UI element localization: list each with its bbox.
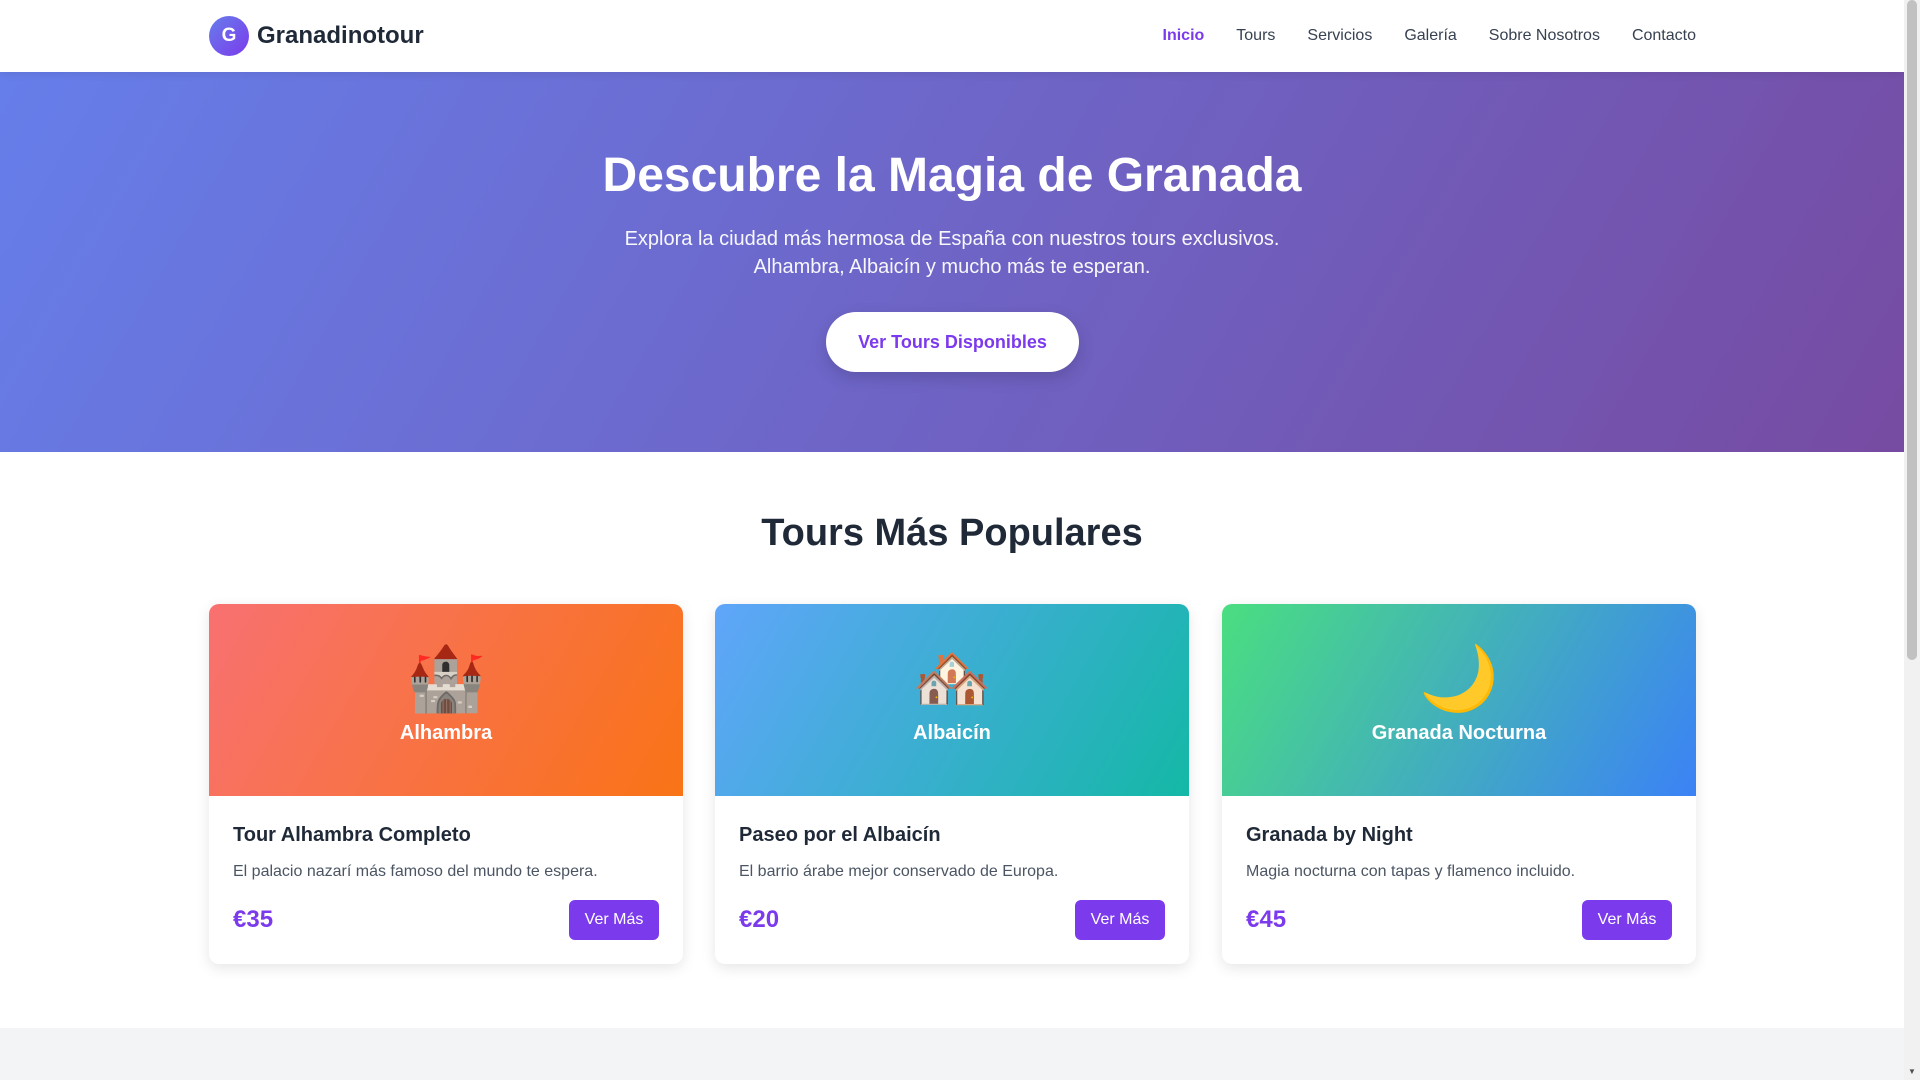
brand[interactable]: G Granadinotour [209,16,424,56]
tour-card-description: El barrio árabe mejor conservado de Euro… [739,863,1059,880]
tour-card-body: Granada by Night Magia nocturna con tapa… [1222,796,1696,881]
nav-link-galeria[interactable]: Galería [1404,27,1456,45]
site-header: G Granadinotour Inicio Tours Servicios G… [0,0,1904,72]
houses-icon: 🏘️ [912,642,992,716]
tour-card-footer: €20 Ver Más [739,900,1165,940]
nav-link-inicio[interactable]: Inicio [1163,27,1205,45]
tour-card-title: Granada by Night [1246,824,1413,846]
tour-card-albaicin: 🏘️ Albaicín Paseo por el Albaicín El bar… [715,604,1189,964]
tour-card-granada-nocturna: 🌙 Granada Nocturna Granada by Night Magi… [1222,604,1696,964]
nav-link-servicios[interactable]: Servicios [1307,27,1372,45]
tour-card-body: Paseo por el Albaicín El barrio árabe me… [715,796,1189,881]
next-section-band [0,1028,1904,1080]
popular-tours-title: Tours Más Populares [761,512,1143,554]
tour-card-title: Tour Alhambra Completo [233,824,471,846]
scroll-down-arrow-icon[interactable]: ▼ [1904,1066,1920,1078]
castle-icon: 🏰 [406,642,486,716]
tour-card-banner: 🏘️ Albaicín [715,604,1189,796]
tour-card-footer: €45 Ver Más [1246,900,1672,940]
tour-card-more-button[interactable]: Ver Más [1075,900,1165,940]
brand-logo: G [209,16,249,56]
tour-card-place: Albaicín [913,722,991,744]
tour-card-footer: €35 Ver Más [233,900,659,940]
hero-subtitle: Explora la ciudad más hermosa de España … [0,225,1904,281]
tour-card-title: Paseo por el Albaicín [739,824,941,846]
view-tours-button[interactable]: Ver Tours Disponibles [826,312,1079,372]
scrollbar-thumb[interactable] [1907,0,1917,660]
tour-card-price: €35 [233,906,274,933]
tour-card-price: €20 [739,906,780,933]
tour-card-place: Alhambra [399,722,493,744]
tour-card-body: Tour Alhambra Completo El palacio nazarí… [209,796,683,881]
tour-card-alhambra: 🏰 Alhambra Tour Alhambra Completo El pal… [209,604,683,964]
nav-link-contacto[interactable]: Contacto [1632,27,1696,45]
nav-link-tours[interactable]: Tours [1236,27,1275,45]
tour-card-banner: 🌙 Granada Nocturna [1222,604,1696,796]
tour-card-description: Magia nocturna con tapas y flamenco incl… [1246,863,1576,880]
brand-name: Granadinotour [257,22,424,49]
moon-icon: 🌙 [1419,642,1499,716]
hero-subtitle-line-1: Explora la ciudad más hermosa de España … [624,228,1280,250]
tour-card-place: Granada Nocturna [1371,722,1547,744]
hero-subtitle-line-2: Alhambra, Albaicín y mucho más te espera… [753,256,1151,278]
tour-card-banner: 🏰 Alhambra [209,604,683,796]
hero-title: Descubre la Magia de Granada [602,149,1302,202]
page: G Granadinotour Inicio Tours Servicios G… [0,0,1904,1080]
page-scrollbar[interactable]: ▼ [1904,0,1920,1080]
nav-link-sobre-nosotros[interactable]: Sobre Nosotros [1489,27,1600,45]
tour-card-description: El palacio nazarí más famoso del mundo t… [233,863,598,880]
tour-card-price: €45 [1246,906,1287,933]
tour-card-more-button[interactable]: Ver Más [1582,900,1672,940]
hero-section: Descubre la Magia de Granada Explora la … [0,72,1904,452]
tour-card-more-button[interactable]: Ver Más [569,900,659,940]
main-nav: Inicio Tours Servicios Galería Sobre Nos… [1163,0,1697,72]
